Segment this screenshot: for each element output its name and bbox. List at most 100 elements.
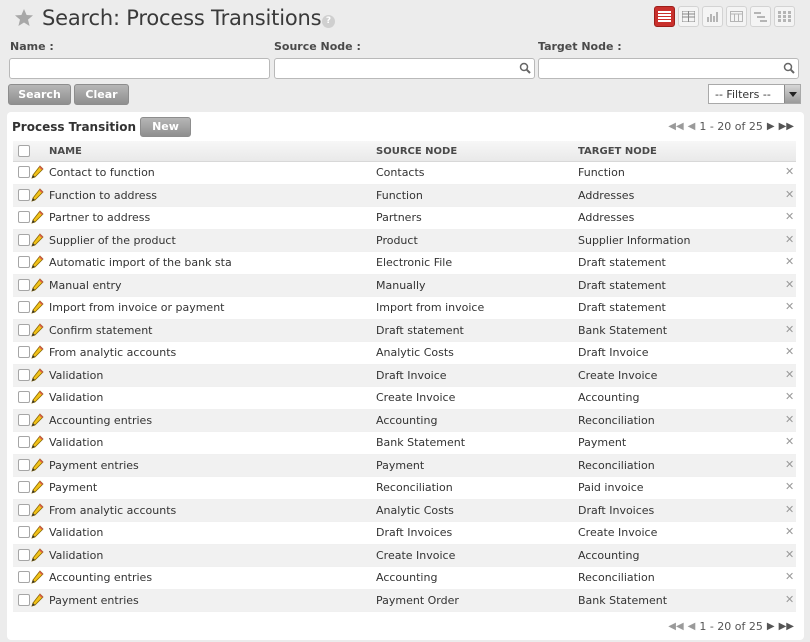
delete-icon[interactable]: ✕ <box>785 255 794 268</box>
pencil-icon[interactable] <box>31 300 44 314</box>
delete-icon[interactable]: ✕ <box>785 548 794 561</box>
first-page-icon[interactable]: ◀◀ <box>668 621 683 632</box>
row-checkbox[interactable] <box>18 548 30 561</box>
delete-icon[interactable]: ✕ <box>785 435 794 448</box>
star-icon[interactable] <box>14 8 34 28</box>
next-page-icon[interactable]: ▶ <box>767 121 775 132</box>
table-row[interactable]: Payment Reconciliation Paid invoice ✕ <box>13 477 796 500</box>
column-source-node-header[interactable]: SOURCE NODE <box>376 146 457 157</box>
select-all-checkbox[interactable] <box>18 145 30 157</box>
row-checkbox[interactable] <box>18 481 30 493</box>
table-row[interactable]: Partner to address Partners Addresses ✕ <box>13 207 796 230</box>
row-checkbox[interactable] <box>18 278 30 291</box>
delete-icon[interactable]: ✕ <box>785 188 794 201</box>
table-row[interactable]: Accounting entries Accounting Reconciliati… <box>13 409 796 432</box>
search-icon[interactable] <box>519 62 531 74</box>
next-page-icon[interactable]: ▶ <box>767 621 775 632</box>
pencil-icon[interactable] <box>31 255 44 269</box>
table-row[interactable]: Function to address Function Addresses ✕ <box>13 184 796 207</box>
previous-page-icon[interactable]: ◀ <box>688 121 696 132</box>
column-target-node-header[interactable]: TARGET NODE <box>578 146 657 157</box>
search-button[interactable]: Search <box>8 84 71 105</box>
delete-icon[interactable]: ✕ <box>785 458 794 471</box>
delete-icon[interactable]: ✕ <box>785 345 794 358</box>
chevron-down-icon[interactable] <box>784 85 800 103</box>
pencil-icon[interactable] <box>31 412 44 427</box>
table-row[interactable]: Validation Create Invoice Accounting ✕ <box>13 544 796 567</box>
table-row[interactable]: From analytic accounts Analytic Costs Draf… <box>13 342 796 365</box>
grid-view-icon[interactable] <box>774 6 795 27</box>
clear-button[interactable]: Clear <box>74 84 129 105</box>
pencil-icon[interactable] <box>31 592 44 607</box>
row-checkbox[interactable] <box>18 571 30 583</box>
table-row[interactable]: Manual entry Manually Draft statement ✕ <box>13 274 796 297</box>
form-view-icon[interactable] <box>678 6 699 27</box>
row-checkbox[interactable] <box>18 323 30 336</box>
row-checkbox[interactable] <box>18 526 30 538</box>
table-row[interactable]: Validation Draft Invoices Create Invoice ✕ <box>13 522 796 545</box>
table-row[interactable]: Confirm statement Draft statement Bank Sta… <box>13 319 796 342</box>
table-row[interactable]: Accounting entries Accounting Reconciliati… <box>13 567 796 590</box>
gantt-view-icon[interactable] <box>750 6 771 27</box>
pencil-icon[interactable] <box>31 232 44 247</box>
row-checkbox[interactable] <box>18 458 30 471</box>
new-button[interactable]: New <box>140 117 191 137</box>
table-row[interactable]: Supplier of the product Product Supplier I… <box>13 229 796 252</box>
delete-icon[interactable]: ✕ <box>785 390 794 403</box>
row-checkbox[interactable] <box>18 188 30 201</box>
source-node-input[interactable] <box>274 58 535 79</box>
delete-icon[interactable]: ✕ <box>785 503 794 516</box>
delete-icon[interactable]: ✕ <box>785 210 794 223</box>
pencil-icon[interactable] <box>31 502 44 517</box>
pencil-icon[interactable] <box>31 210 44 224</box>
table-row[interactable]: Automatic import of the bank sta Electron… <box>13 252 796 275</box>
row-checkbox[interactable] <box>18 346 30 358</box>
delete-icon[interactable]: ✕ <box>785 480 794 493</box>
search-icon[interactable] <box>783 62 795 74</box>
pencil-icon[interactable] <box>31 390 44 404</box>
pencil-icon[interactable] <box>31 187 44 202</box>
pencil-icon[interactable] <box>31 480 44 494</box>
row-checkbox[interactable] <box>18 301 30 313</box>
row-checkbox[interactable] <box>18 436 30 448</box>
pencil-icon[interactable] <box>31 525 44 539</box>
pencil-icon[interactable] <box>31 345 44 359</box>
delete-icon[interactable]: ✕ <box>785 413 794 426</box>
delete-icon[interactable]: ✕ <box>785 368 794 381</box>
row-checkbox[interactable] <box>18 593 30 606</box>
table-row[interactable]: Payment entries Payment Reconciliation ✕ <box>13 454 796 477</box>
table-row[interactable]: Import from invoice or payment Import fro… <box>13 297 796 320</box>
pencil-icon[interactable] <box>31 367 44 382</box>
delete-icon[interactable]: ✕ <box>785 165 794 178</box>
row-checkbox[interactable] <box>18 413 30 426</box>
table-row[interactable]: Payment entries Payment Order Bank Stateme… <box>13 589 796 612</box>
list-view-icon[interactable] <box>654 6 675 27</box>
previous-page-icon[interactable]: ◀ <box>688 621 696 632</box>
delete-icon[interactable]: ✕ <box>785 300 794 313</box>
graph-view-icon[interactable] <box>702 6 723 27</box>
table-row[interactable]: Validation Create Invoice Accounting ✕ <box>13 387 796 410</box>
name-input[interactable] <box>9 58 270 79</box>
filters-select[interactable]: -- Filters -- <box>708 84 801 104</box>
delete-icon[interactable]: ✕ <box>785 525 794 538</box>
row-checkbox[interactable] <box>18 368 30 381</box>
table-row[interactable]: Validation Draft Invoice Create Invoice ✕ <box>13 364 796 387</box>
table-row[interactable]: Contact to function Contacts Function ✕ <box>13 162 796 185</box>
delete-icon[interactable]: ✕ <box>785 323 794 336</box>
delete-icon[interactable]: ✕ <box>785 278 794 291</box>
pencil-icon[interactable] <box>31 547 44 562</box>
row-checkbox[interactable] <box>18 211 30 223</box>
row-checkbox[interactable] <box>18 391 30 403</box>
column-name-header[interactable]: NAME <box>49 146 82 157</box>
table-row[interactable]: Validation Bank Statement Payment ✕ <box>13 432 796 455</box>
row-checkbox[interactable] <box>18 503 30 516</box>
pencil-icon[interactable] <box>31 322 44 337</box>
pencil-icon[interactable] <box>31 165 44 179</box>
row-checkbox[interactable] <box>18 166 30 178</box>
calendar-view-icon[interactable] <box>726 6 747 27</box>
delete-icon[interactable]: ✕ <box>785 570 794 583</box>
delete-icon[interactable]: ✕ <box>785 593 794 606</box>
pencil-icon[interactable] <box>31 277 44 292</box>
pencil-icon[interactable] <box>31 435 44 449</box>
pencil-icon[interactable] <box>31 570 44 584</box>
